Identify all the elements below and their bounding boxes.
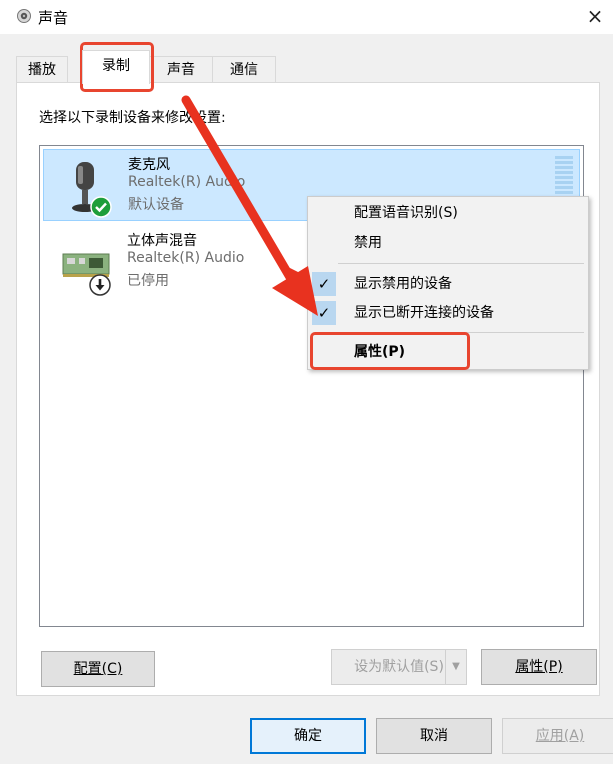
ok-button[interactable]: 确定 [250,718,366,754]
configure-button[interactable]: 配置(C) [41,651,155,687]
tab-recording[interactable]: 录制 [82,50,150,84]
recording-panel: 选择以下录制设备来修改设置: 麦克风 Realtek(R) Audio 默认设备 [16,82,600,696]
menu-item-show-disconnected[interactable]: ✓ 显示已断开连接的设备 [308,298,588,328]
close-button[interactable]: × [577,0,613,34]
tab-communications[interactable]: 通信 [212,56,276,83]
default-check-icon [90,196,112,218]
tab-sounds[interactable]: 声音 [148,56,214,83]
apply-button: 应用(A) [502,718,613,754]
menu-item-configure-speech[interactable]: 配置语音识别(S) [308,198,588,228]
device-driver: Realtek(R) Audio [127,250,245,266]
cancel-button[interactable]: 取消 [376,718,492,754]
checkmark-icon: ✓ [312,272,336,296]
device-name: 立体声混音 [127,233,197,249]
device-driver: Realtek(R) Audio [128,174,246,190]
chevron-down-icon: ▼ [445,650,466,684]
menu-item-show-disabled[interactable]: ✓ 显示禁用的设备 [308,269,588,299]
device-status: 默认设备 [128,197,184,213]
speaker-icon [17,9,31,23]
window-title: 声音 [38,9,69,27]
highlight-properties-item [310,332,470,370]
instruction-text: 选择以下录制设备来修改设置: [39,110,226,126]
menu-item-disable[interactable]: 禁用 [308,228,588,258]
checkmark-icon: ✓ [312,301,336,325]
menu-separator [338,263,584,264]
device-name: 麦克风 [128,157,170,173]
set-default-button: 设为默认值(S) ▼ [331,649,467,685]
disabled-arrow-icon [89,274,111,296]
device-status: 已停用 [127,273,169,289]
tab-playback[interactable]: 播放 [16,56,68,83]
properties-button[interactable]: 属性(P) [481,649,597,685]
title-bar: 声音 × [0,0,613,34]
